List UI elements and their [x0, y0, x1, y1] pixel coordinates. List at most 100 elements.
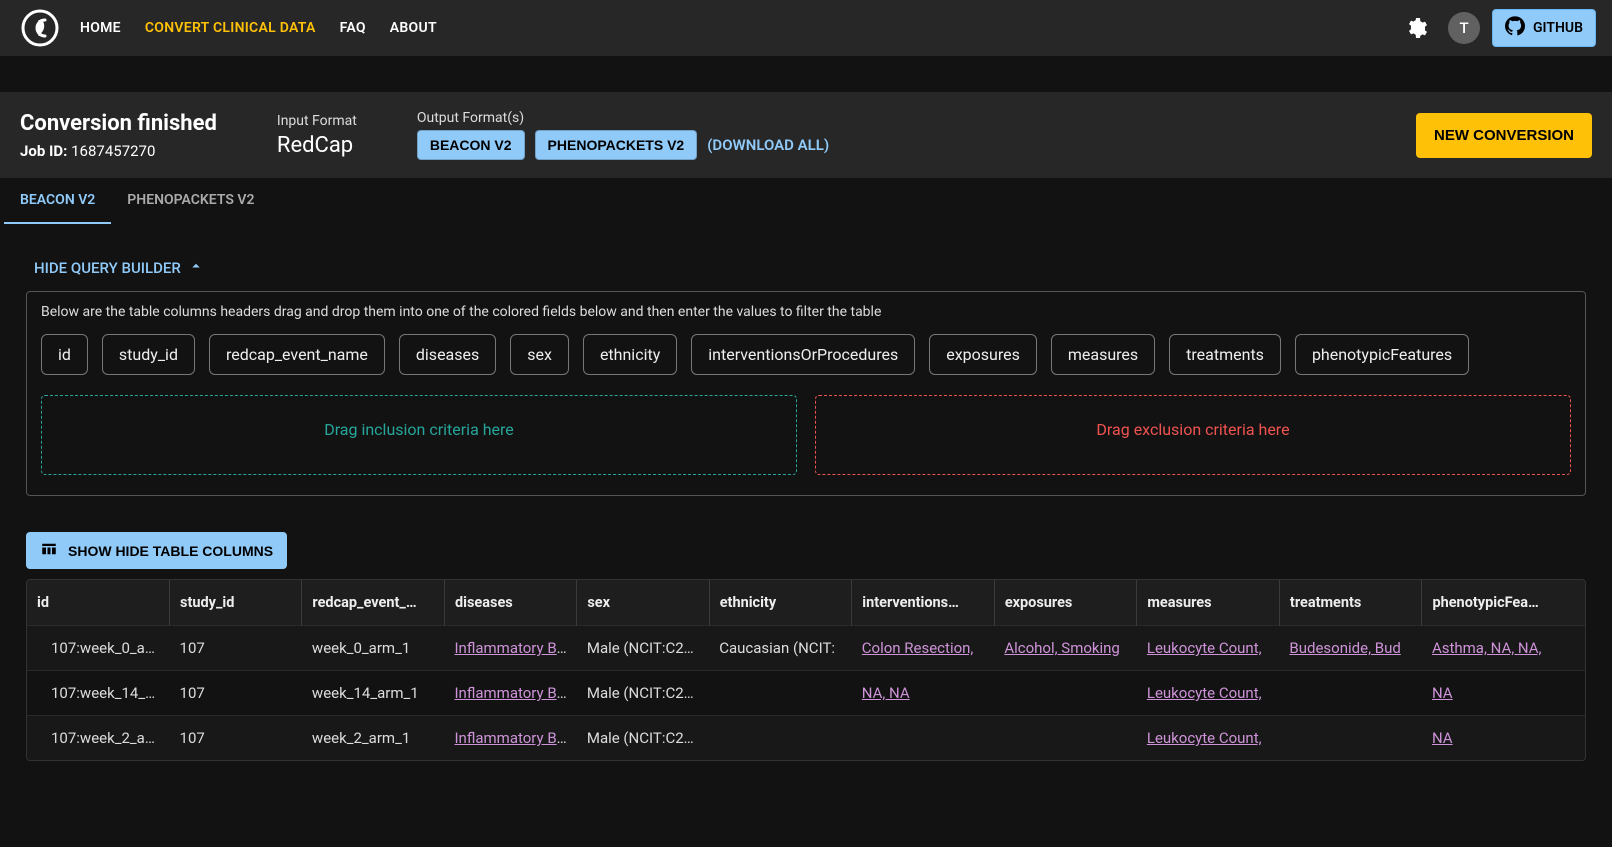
cell-diseases[interactable]: Inflammatory Bow: [444, 626, 576, 671]
exclusion-dropzone[interactable]: Drag exclusion criteria here: [815, 395, 1571, 475]
input-format-block: Input Format RedCap: [277, 113, 357, 158]
cell-treatments[interactable]: Budesonide, Bud: [1279, 626, 1422, 671]
cell-event: week_2_arm_1: [302, 716, 445, 761]
th-measures[interactable]: measures: [1137, 580, 1280, 626]
output-formats-label: Output Format(s): [417, 110, 829, 126]
cell-study_id: 107: [170, 626, 302, 671]
output-beacon-button[interactable]: BEACON V2: [417, 130, 525, 160]
cell-measures[interactable]: Leukocyte Count,: [1137, 626, 1280, 671]
tab-beacon[interactable]: BEACON V2: [4, 178, 111, 224]
summary-left: Conversion finished Job ID: 1687457270: [20, 111, 217, 160]
table-row[interactable]: 107:week_14_arr107week_14_arm_1Inflammat…: [27, 671, 1585, 716]
nav-faq[interactable]: FAQ: [340, 20, 366, 36]
query-builder-panel: Below are the table columns headers drag…: [26, 291, 1586, 496]
chip-ethnicity[interactable]: ethnicity: [583, 334, 677, 375]
th-study-id[interactable]: study_id: [170, 580, 302, 626]
table-columns-icon: [40, 540, 58, 561]
conversion-status: Conversion finished: [20, 111, 217, 136]
nav-home[interactable]: HOME: [80, 20, 121, 36]
cell-ethnicity: [709, 671, 852, 716]
hide-qb-label: HIDE QUERY BUILDER: [34, 259, 181, 277]
chip-exposures[interactable]: exposures: [929, 334, 1037, 375]
cell-sex: Male (NCIT:C201: [577, 671, 709, 716]
cell-id: 107:week_0_arm: [27, 626, 170, 671]
show-hide-columns-label: SHOW HIDE TABLE COLUMNS: [68, 543, 273, 559]
topbar-right: T GITHUB: [1396, 8, 1596, 48]
input-format-value: RedCap: [277, 133, 357, 158]
output-pheno-button[interactable]: PHENOPACKETS V2: [535, 130, 698, 160]
cell-event: week_14_arm_1: [302, 671, 445, 716]
chip-phenotypic-features[interactable]: phenotypicFeatures: [1295, 334, 1469, 375]
cell-pheno[interactable]: NA: [1422, 716, 1585, 761]
cell-interventions: [852, 716, 995, 761]
app-logo[interactable]: [16, 4, 64, 52]
cell-ethnicity: [709, 716, 852, 761]
settings-icon[interactable]: [1396, 8, 1436, 48]
th-exposures[interactable]: exposures: [994, 580, 1137, 626]
cell-exposures[interactable]: Alcohol, Smoking: [994, 626, 1137, 671]
avatar[interactable]: T: [1448, 12, 1480, 44]
cell-pheno[interactable]: Asthma, NA, NA,: [1422, 626, 1585, 671]
chip-redcap-event-name[interactable]: redcap_event_name: [209, 334, 385, 375]
chip-measures[interactable]: measures: [1051, 334, 1155, 375]
tab-pheno[interactable]: PHENOPACKETS V2: [111, 178, 270, 224]
cell-sex: Male (NCIT:C201: [577, 626, 709, 671]
input-format-label: Input Format: [277, 113, 357, 129]
cell-ethnicity: Caucasian (NCIT:: [709, 626, 852, 671]
cell-measures[interactable]: Leukocyte Count,: [1137, 671, 1280, 716]
table-row[interactable]: 107:week_0_arm107week_0_arm_1Inflammator…: [27, 626, 1585, 671]
cell-id: 107:week_14_arr: [27, 671, 170, 716]
th-id[interactable]: id: [27, 580, 170, 626]
cell-event: week_0_arm_1: [302, 626, 445, 671]
chevron-up-icon: [187, 257, 205, 279]
th-ethnicity[interactable]: ethnicity: [709, 580, 852, 626]
cell-study_id: 107: [170, 716, 302, 761]
cell-pheno[interactable]: NA: [1422, 671, 1585, 716]
cell-id: 107:week_2_arm: [27, 716, 170, 761]
github-icon: [1505, 16, 1525, 40]
chip-sex[interactable]: sex: [510, 334, 569, 375]
github-label: GITHUB: [1533, 20, 1583, 36]
new-conversion-button[interactable]: NEW CONVERSION: [1416, 113, 1592, 158]
job-id: Job ID: 1687457270: [20, 142, 217, 160]
chip-diseases[interactable]: diseases: [399, 334, 496, 375]
cell-treatments: [1279, 671, 1422, 716]
th-sex[interactable]: sex: [577, 580, 709, 626]
nav-convert[interactable]: CONVERT CLINICAL DATA: [145, 20, 316, 36]
cell-diseases[interactable]: Inflammatory Bow: [444, 716, 576, 761]
output-formats-block: Output Format(s) BEACON V2 PHENOPACKETS …: [417, 110, 829, 160]
download-all-link[interactable]: (DOWNLOAD ALL): [707, 136, 829, 154]
results-table: id study_id redcap_event_… diseases sex …: [26, 579, 1586, 761]
cell-exposures: [994, 671, 1137, 716]
cell-diseases[interactable]: Inflammatory Bow: [444, 671, 576, 716]
cell-study_id: 107: [170, 671, 302, 716]
chip-treatments[interactable]: treatments: [1169, 334, 1281, 375]
content-area: HIDE QUERY BUILDER Below are the table c…: [0, 225, 1612, 779]
th-event[interactable]: redcap_event_…: [302, 580, 445, 626]
hide-query-builder-toggle[interactable]: HIDE QUERY BUILDER: [34, 257, 1578, 279]
column-chips: id study_id redcap_event_name diseases s…: [41, 334, 1571, 375]
cell-measures[interactable]: Leukocyte Count,: [1137, 716, 1280, 761]
cell-treatments: [1279, 716, 1422, 761]
cell-interventions[interactable]: NA, NA: [852, 671, 995, 716]
show-hide-columns-button[interactable]: SHOW HIDE TABLE COLUMNS: [26, 532, 287, 569]
th-interventions[interactable]: interventions…: [852, 580, 995, 626]
cell-exposures: [994, 716, 1137, 761]
chip-id[interactable]: id: [41, 334, 88, 375]
th-diseases[interactable]: diseases: [444, 580, 576, 626]
th-pheno[interactable]: phenotypicFea…: [1422, 580, 1585, 626]
nav-links: HOME CONVERT CLINICAL DATA FAQ ABOUT: [80, 20, 437, 36]
inclusion-dropzone[interactable]: Drag inclusion criteria here: [41, 395, 797, 475]
nav-about[interactable]: ABOUT: [390, 20, 437, 36]
github-button[interactable]: GITHUB: [1492, 9, 1596, 47]
chip-interventions[interactable]: interventionsOrProcedures: [691, 334, 915, 375]
table-row[interactable]: 107:week_2_arm107week_2_arm_1Inflammator…: [27, 716, 1585, 761]
table-header-row: id study_id redcap_event_… diseases sex …: [27, 580, 1585, 626]
summary-bar: Conversion finished Job ID: 1687457270 I…: [0, 92, 1612, 178]
result-tabs: BEACON V2 PHENOPACKETS V2: [0, 178, 1612, 225]
dropzones: Drag inclusion criteria here Drag exclus…: [41, 395, 1571, 475]
cell-interventions[interactable]: Colon Resection,: [852, 626, 995, 671]
th-treatments[interactable]: treatments: [1279, 580, 1422, 626]
query-builder-help: Below are the table columns headers drag…: [41, 304, 1571, 320]
chip-study-id[interactable]: study_id: [102, 334, 195, 375]
